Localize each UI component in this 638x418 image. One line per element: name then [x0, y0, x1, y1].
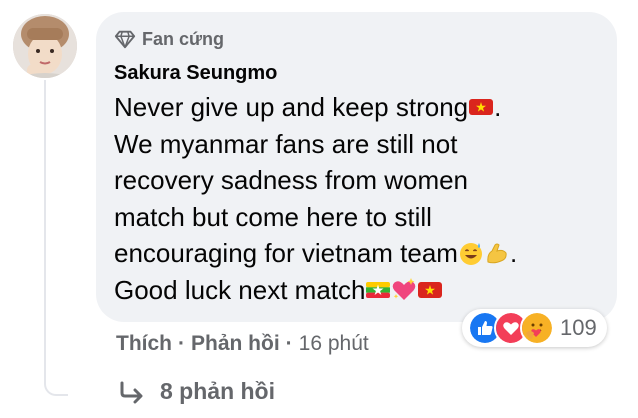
grinning-sweat-emoji-icon — [459, 243, 482, 265]
comment-text: Never give up and keep strong. We myanma… — [114, 89, 589, 308]
comment-line-4: match but come here to still — [114, 201, 432, 232]
thread-line — [44, 80, 68, 396]
comment-line-5-text: encouraging for vietnam team — [114, 238, 458, 268]
reply-arrow-icon — [120, 381, 143, 403]
comment-actions: Thích · Phản hồi · 16 phút — [116, 330, 369, 358]
avatar[interactable] — [13, 14, 77, 78]
like-button[interactable]: Thích — [116, 332, 172, 356]
top-fan-badge: Fan cứng — [114, 26, 599, 52]
comment-line-1-text: Never give up and keep strong — [114, 92, 469, 122]
flexed-biceps-emoji-icon — [487, 243, 507, 264]
myanmar-flag-icon — [366, 281, 391, 298]
reply-button[interactable]: Phản hồi — [191, 332, 280, 356]
comment-line-3: recovery sadness from women — [114, 165, 469, 195]
comment-line-1-period: . — [494, 92, 502, 122]
separator-dot: · — [285, 332, 293, 355]
view-replies-button[interactable]: 8 phản hồi — [118, 378, 275, 405]
comment-line-5-period: . — [509, 238, 518, 268]
comment-timestamp[interactable]: 16 phút — [299, 332, 369, 356]
diamond-icon — [114, 30, 136, 49]
comment-bubble: Fan cứng Sakura Seungmo Never give up an… — [96, 12, 617, 322]
comment-line-5: encouraging for vietnam team. — [114, 235, 589, 272]
vietnam-flag-icon — [418, 281, 443, 298]
replies-label: 8 phản hồi — [160, 378, 275, 404]
care-reaction-icon — [520, 311, 554, 345]
reaction-count: 109 — [560, 315, 597, 340]
comment-author[interactable]: Sakura Seungmo — [114, 62, 599, 85]
comment-line-6-text: Good luck next match — [114, 274, 366, 305]
badge-label: Fan cứng — [142, 28, 225, 49]
vietnam-flag-icon — [469, 99, 494, 115]
comment-line-1: Never give up and keep strong. — [114, 89, 589, 126]
comment-line-6: Good luck next match — [114, 272, 589, 309]
reaction-summary[interactable]: 109 — [462, 309, 607, 347]
comment-line-2: We myanmar fans are still not — [114, 128, 458, 159]
sparkling-heart-emoji-icon — [393, 277, 416, 300]
avatar-image — [13, 14, 77, 78]
separator-dot: · — [178, 332, 185, 355]
